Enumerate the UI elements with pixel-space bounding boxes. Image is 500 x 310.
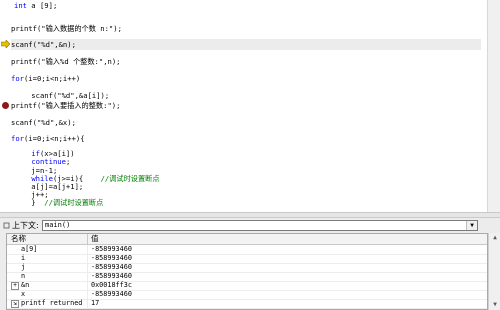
var-name: &n bbox=[21, 281, 30, 289]
code-line-printf-count[interactable]: printf("输入%d 个整数:",n); bbox=[11, 56, 121, 67]
grid-header: 名称 值 bbox=[7, 234, 487, 245]
var-value: -858993460 bbox=[91, 272, 132, 280]
cell-divider bbox=[87, 263, 88, 272]
var-value: -858993460 bbox=[91, 254, 132, 262]
var-value: -858993460 bbox=[91, 290, 132, 298]
chevron-down-icon[interactable]: ▼ bbox=[466, 221, 477, 230]
column-divider[interactable] bbox=[87, 234, 88, 244]
table-row[interactable]: ⇲ printf returned 17 bbox=[7, 299, 487, 309]
context-select[interactable]: main() ▼ bbox=[42, 220, 478, 231]
cell-divider bbox=[87, 290, 88, 299]
code-brace: } bbox=[14, 198, 45, 207]
code-editor[interactable]: int a [9]; printf("输入数据的个数 n:"); scanf("… bbox=[0, 0, 487, 212]
column-header-name[interactable]: 名称 bbox=[11, 234, 26, 244]
var-value: 17 bbox=[91, 299, 100, 307]
expand-icon[interactable]: + bbox=[11, 282, 19, 290]
cell-divider bbox=[87, 272, 88, 281]
keyword-int: int bbox=[14, 1, 27, 10]
code-line-printf-n[interactable]: printf("输入数据的个数 n:"); bbox=[11, 23, 122, 34]
code-line-scanf-n[interactable]: scanf("%d",&n); bbox=[11, 39, 481, 50]
var-value: -858993460 bbox=[91, 263, 132, 271]
code-decl-rest: a [9]; bbox=[26, 1, 58, 10]
pin-icon[interactable] bbox=[3, 222, 10, 229]
code-line-decl[interactable]: int a [9]; bbox=[14, 0, 57, 11]
cell-divider bbox=[87, 245, 88, 254]
editor-scrollbar[interactable] bbox=[487, 0, 500, 212]
var-name: n bbox=[21, 272, 26, 280]
breakpoint-icon[interactable] bbox=[2, 102, 9, 109]
var-name: i bbox=[21, 254, 26, 262]
var-name: printf returned bbox=[21, 299, 83, 307]
code-semicolon: ; bbox=[65, 157, 71, 166]
scroll-down-icon[interactable]: ▼ bbox=[491, 301, 499, 308]
code-for-loop-rest: (i=0;i<n;i++){ bbox=[23, 134, 85, 143]
cell-divider bbox=[87, 254, 88, 263]
comment-breakpoint-2: //调试时设置断点 bbox=[44, 198, 104, 207]
cell-divider bbox=[87, 299, 88, 308]
code-line-close-brace[interactable]: } //调试时设置断点 bbox=[14, 197, 103, 208]
keyword-for-2: for bbox=[11, 134, 24, 143]
code-line-scanf-x[interactable]: scanf("%d",&x); bbox=[11, 117, 76, 128]
comment-breakpoint-1: //调试时设置断点 bbox=[100, 174, 160, 183]
code-line-for-loop[interactable]: for(i=0;i<n;i++){ bbox=[11, 133, 85, 144]
var-value: -858993460 bbox=[91, 245, 132, 253]
var-name: a[9] bbox=[21, 245, 38, 253]
context-bar: 上下文: main() ▼ bbox=[0, 218, 500, 233]
return-value-icon: ⇲ bbox=[11, 300, 19, 308]
variables-grid[interactable]: 名称 值 a[9] -858993460 i -858993460 j -858… bbox=[6, 233, 488, 310]
code-line-for-input[interactable]: for(i=0;i<n;i++) bbox=[11, 73, 80, 84]
current-line-arrow-icon bbox=[1, 40, 10, 48]
var-value: 0x0018ff3c bbox=[91, 281, 132, 289]
column-header-value[interactable]: 值 bbox=[91, 234, 99, 244]
context-value: main() bbox=[45, 221, 71, 229]
var-name: x bbox=[21, 290, 26, 298]
var-name: j bbox=[21, 263, 26, 271]
code-for-rest: (i=0;i<n;i++) bbox=[23, 74, 81, 83]
cell-divider bbox=[87, 281, 88, 290]
code-line-printf-insert[interactable]: printf("输入要插入的整数:"); bbox=[11, 100, 120, 111]
scroll-up-icon[interactable]: ▲ bbox=[491, 234, 499, 241]
context-label: 上下文: bbox=[12, 221, 39, 230]
grid-scrollbar[interactable]: ▲ ▼ bbox=[488, 233, 500, 310]
keyword-for: for bbox=[11, 74, 24, 83]
